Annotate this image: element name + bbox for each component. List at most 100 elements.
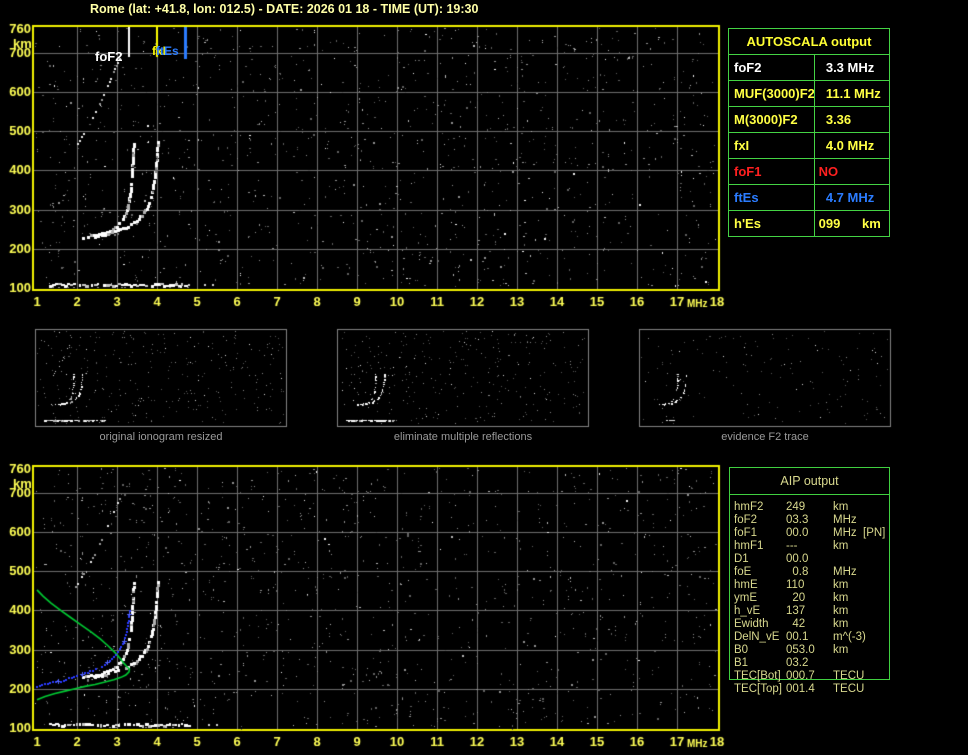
- muf3000f2-label: MUF(3000)F2: [734, 86, 815, 101]
- aip-extra: [863, 683, 889, 696]
- aip-unit: km: [833, 592, 849, 604]
- aip-unit: TECU: [833, 670, 865, 682]
- aip-label: foF2: [734, 514, 758, 526]
- aip-unit: km: [833, 579, 849, 591]
- table-row: TEC[Top] 001.4 TECU: [730, 683, 889, 696]
- aip-label: h_vE: [734, 605, 761, 617]
- aip-value: 03.2: [786, 657, 809, 669]
- fof1-label: foF1: [734, 164, 762, 179]
- aip-value: 001.4: [786, 683, 815, 695]
- aip-extra: [863, 657, 889, 670]
- aip-label: hmE: [734, 579, 758, 591]
- aip-label: DelN_vE: [734, 631, 780, 643]
- aip-label: B1: [734, 657, 749, 669]
- table-row: hmF1 --- km: [730, 540, 889, 553]
- aip-extra: [863, 566, 889, 579]
- ftes-value: 4.7 MHz: [814, 185, 889, 210]
- aip-label: TEC[Top]: [734, 683, 782, 695]
- aip-unit: [833, 553, 863, 566]
- table-row: M(3000)F2 3.36: [729, 107, 889, 133]
- table-row: foF2 3.3 MHz: [729, 55, 889, 81]
- table-row: B0 053.0 km: [730, 644, 889, 657]
- aip-rows: hmF2 249 km foF2 03.3 MHz foF1 00.0 MHz …: [730, 501, 889, 696]
- aip-value: 000.7: [786, 670, 815, 682]
- aip-unit: TECU: [833, 683, 865, 695]
- aip-label: ymE: [734, 592, 757, 604]
- aip-unit: km: [833, 618, 849, 630]
- aip-label: foE: [734, 566, 752, 578]
- m3000f2-value: 3.36: [814, 107, 889, 132]
- table-row: ymE 20 km: [730, 592, 889, 605]
- aip-table-title: AIP output: [730, 468, 889, 495]
- aip-label: TEC[Bot]: [734, 670, 781, 682]
- aip-unit: [833, 657, 863, 670]
- hes-label: h'Es: [734, 216, 761, 231]
- fxi-label: fxI: [734, 138, 750, 153]
- aip-value: 00.1: [786, 631, 809, 643]
- aip-extra: [863, 501, 889, 514]
- table-row: ftEs 4.7 MHz: [729, 185, 889, 211]
- aip-label: D1: [734, 553, 749, 565]
- aip-value: 249: [786, 501, 806, 513]
- aip-value: 03.3: [786, 514, 809, 526]
- aip-extra: [PN]: [863, 527, 886, 539]
- table-row: D1 00.0: [730, 553, 889, 566]
- table-row: fxI 4.0 MHz: [729, 133, 889, 159]
- table-row: hmE 110 km: [730, 579, 889, 592]
- aip-unit: MHz: [833, 527, 857, 539]
- aip-unit: km: [833, 605, 849, 617]
- ftes-label: ftEs: [734, 190, 759, 205]
- aip-unit: km: [833, 644, 849, 656]
- aip-value: 110: [786, 579, 805, 591]
- thumbnail-caption-original: original ionogram resized: [99, 431, 223, 443]
- aip-value: 0.8: [786, 566, 809, 578]
- fof2-value: 3.3 MHz: [814, 55, 889, 80]
- table-row: B1 03.2: [730, 657, 889, 670]
- thumbnail-caption-evidence: evidence F2 trace: [721, 431, 809, 443]
- aip-value: 00.0: [786, 527, 809, 539]
- page-title: Rome (lat: +41.8, lon: 012.5) - DATE: 20…: [90, 2, 479, 16]
- table-row: h'Es 099 km: [729, 211, 889, 236]
- aip-value: 42: [786, 618, 806, 630]
- aip-label: Ewidth: [734, 618, 769, 630]
- aip-value: 053.0: [786, 644, 815, 656]
- hes-value: 099 km: [814, 211, 889, 236]
- aip-extra: [863, 553, 889, 566]
- aip-unit: km: [833, 540, 849, 552]
- aip-output-table: AIP output hmF2 249 km foF2 03.3 MHz foF…: [729, 467, 890, 695]
- aip-value: ---: [786, 540, 798, 552]
- autoscala-table-title: AUTOSCALA output: [729, 29, 889, 55]
- ftes-marker-label: ftEs: [156, 44, 179, 58]
- aip-unit: km: [833, 501, 849, 513]
- table-row: foE 0.8 MHz: [730, 566, 889, 579]
- fof2-label: foF2: [734, 60, 762, 75]
- fof1-value: NO: [814, 159, 889, 184]
- table-row: h_vE 137 km: [730, 605, 889, 618]
- table-row: foF1 00.0 MHz [PN]: [730, 527, 889, 540]
- table-row: foF2 03.3 MHz: [730, 514, 889, 527]
- aip-extra: [863, 631, 889, 644]
- table-row: DelN_vE 00.1 m^(-3): [730, 631, 889, 644]
- fxi-value: 4.0 MHz: [814, 133, 889, 158]
- table-row: foF1 NO: [729, 159, 889, 185]
- aip-unit: MHz: [833, 566, 857, 578]
- autoscala-screen: { "header": { "title": "Rome (lat: +41.8…: [0, 0, 968, 755]
- aip-value: 20: [786, 592, 806, 604]
- aip-extra: [863, 540, 889, 553]
- m3000f2-label: M(3000)F2: [734, 112, 798, 127]
- aip-extra: [863, 579, 889, 592]
- aip-extra: [863, 644, 889, 657]
- aip-label: hmF1: [734, 540, 764, 552]
- table-row: hmF2 249 km: [730, 501, 889, 514]
- aip-extra: [863, 618, 889, 631]
- aip-extra: [863, 670, 889, 683]
- aip-value: 137: [786, 605, 806, 617]
- aip-label: hmF2: [734, 501, 764, 513]
- aip-value: 00.0: [786, 553, 809, 565]
- table-row: Ewidth 42 km: [730, 618, 889, 631]
- aip-extra: [863, 514, 889, 527]
- autoscala-output-table: AUTOSCALA output foF2 3.3 MHz MUF(3000)F…: [728, 28, 890, 237]
- aip-label: foF1: [734, 527, 758, 539]
- table-row: TEC[Bot] 000.7 TECU: [730, 670, 889, 683]
- muf3000f2-value: 11.1 MHz: [814, 81, 889, 106]
